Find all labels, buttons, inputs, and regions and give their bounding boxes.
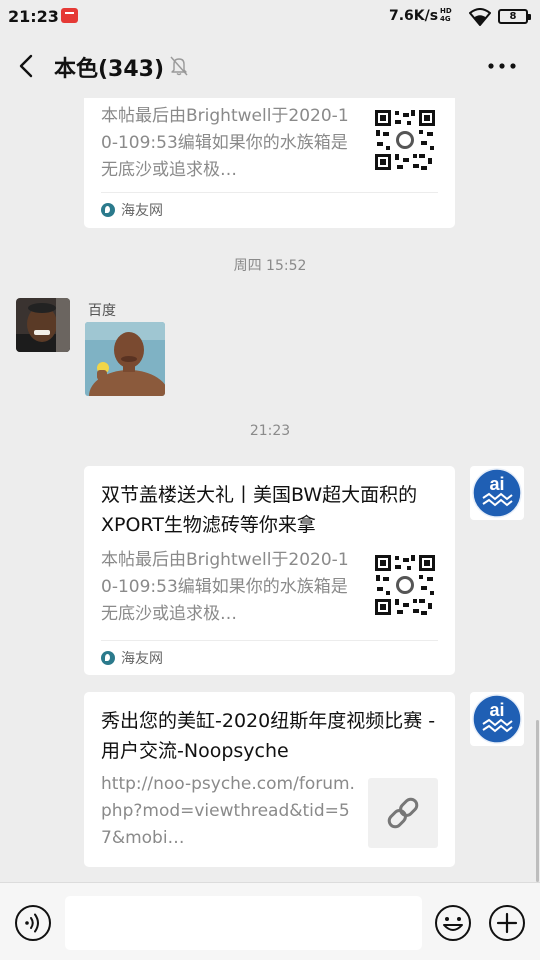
add-attachment-icon[interactable] [488,904,526,942]
source-logo-icon [101,203,115,217]
notification-app-icon [61,8,78,23]
image-message[interactable] [85,322,165,396]
voice-input-icon[interactable] [14,904,52,942]
svg-text:ai: ai [489,700,504,720]
ai-logo-avatar-icon: ai [470,466,524,520]
network-type-indicator: HD 4G [440,7,452,23]
link-card-description: 本帖最后由Brightwell于2020-10-109:53编辑如果你的水族箱是… [101,550,349,624]
message-text-input[interactable] [65,896,422,950]
photo-thumbnail [85,322,165,396]
wifi-icon [469,8,491,26]
network-speed: 7.6K/s [389,8,439,24]
link-card-partial[interactable]: 本帖最后由Brightwell于2020-10-109:53编辑如果你的水族箱是… [84,98,455,228]
sender-name: 百度 [88,303,116,319]
link-chain-icon [387,797,419,829]
link-card-source: 海友网 [101,200,163,220]
chat-header: 本色(343) [0,34,540,98]
link-card-title: 秀出您的美缸-2020纽斯年度视频比赛 - 用户交流-Noopsyche [101,710,436,762]
link-card[interactable]: 秀出您的美缸-2020纽斯年度视频比赛 - 用户交流-Noopsyche htt… [84,692,455,867]
chat-title: 本色(343) [54,57,165,82]
link-card-description: http://noo-psyche.com/forum.php?mod=view… [101,774,355,848]
message-timestamp: 21:23 [249,423,291,439]
link-card-divider [101,192,438,193]
chat-scrollbar[interactable] [536,720,539,882]
svg-text:ai: ai [489,474,504,494]
link-card-source: 海友网 [101,648,163,668]
mute-bell-icon [170,56,188,76]
network-type-top: HD [440,7,452,15]
network-type-bottom: 4G [440,15,451,23]
ai-logo-avatar-icon: ai [470,692,524,746]
qr-code-thumbnail [373,108,437,172]
back-arrow-icon[interactable] [16,53,38,79]
link-thumbnail [368,778,438,848]
sender-avatar-photo [16,298,70,352]
link-card-title: 双节盖楼送大礼丨美国BW超大面积的XPORT生物滤砖等你来拿 [101,484,418,536]
sender-avatar[interactable] [16,298,70,352]
emoji-icon[interactable] [434,904,472,942]
source-logo-icon [101,651,115,665]
link-card[interactable]: 双节盖楼送大礼丨美国BW超大面积的XPORT生物滤砖等你来拿 本帖最后由Brig… [84,466,455,675]
link-card-description: 本帖最后由Brightwell于2020-10-109:53编辑如果你的水族箱是… [101,106,349,180]
link-card-divider [101,640,438,641]
status-time: 21:23 [8,7,59,26]
status-bar: 21:23 7.6K/s HD 4G 8 [0,0,540,34]
battery-icon: 8 [498,9,531,24]
more-options-icon[interactable] [486,54,518,78]
own-avatar[interactable]: ai [470,692,524,746]
message-input-bar [0,882,540,960]
chat-message-list[interactable]: 本帖最后由Brightwell于2020-10-109:53编辑如果你的水族箱是… [0,98,540,882]
own-avatar[interactable]: ai [470,466,524,520]
message-timestamp: 周四 15:52 [233,258,307,274]
qr-code-thumbnail [373,553,437,617]
